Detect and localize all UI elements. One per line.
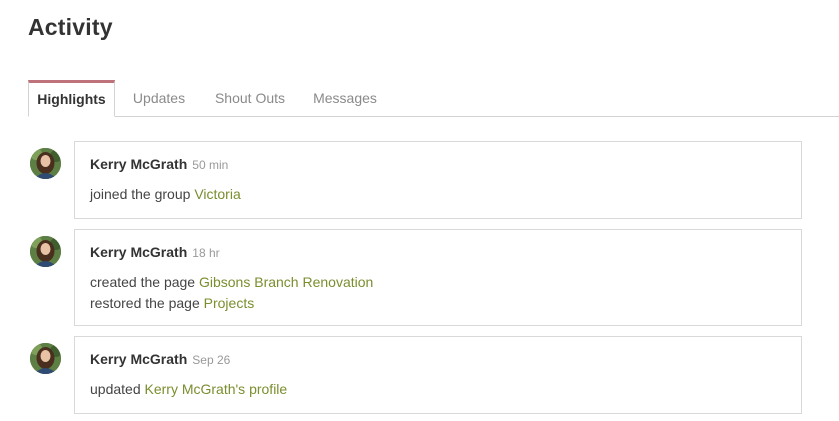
activity-text: joined the group [90, 186, 195, 202]
activity-link-profile[interactable]: Kerry McGrath's profile [145, 381, 288, 397]
activity-line: restored the page Projects [90, 293, 786, 314]
author-name[interactable]: Kerry McGrath [90, 156, 187, 172]
activity-text: updated [90, 381, 145, 397]
author-name[interactable]: Kerry McGrath [90, 244, 187, 260]
activity-header: Kerry McGrath 18 hr [90, 243, 786, 261]
tab-highlights[interactable]: Highlights [28, 80, 115, 117]
avatar-image [30, 148, 61, 179]
user-avatar[interactable] [30, 148, 61, 179]
avatar-image [30, 343, 61, 374]
tab-updates[interactable]: Updates [124, 80, 194, 116]
activity-link-group-victoria[interactable]: Victoria [194, 186, 240, 202]
user-avatar[interactable] [30, 236, 61, 267]
activity-line: created the page Gibsons Branch Renovati… [90, 272, 786, 293]
activity-line: updated Kerry McGrath's profile [90, 379, 786, 400]
author-name[interactable]: Kerry McGrath [90, 351, 187, 367]
tab-shout-outs[interactable]: Shout Outs [206, 80, 294, 116]
activity-link-page-projects[interactable]: Projects [204, 295, 255, 311]
activity-header: Kerry McGrath 50 min [90, 155, 786, 173]
tab-messages[interactable]: Messages [306, 80, 384, 116]
activity-header: Kerry McGrath Sep 26 [90, 350, 786, 368]
activity-line: joined the group Victoria [90, 184, 786, 205]
user-avatar[interactable] [30, 343, 61, 374]
activity-card: Kerry McGrath Sep 26 updated Kerry McGrat… [74, 336, 802, 414]
activity-text: created the page [90, 274, 199, 290]
activity-tabs: Highlights Updates Shout Outs Messages [28, 80, 839, 117]
activity-time: 50 min [192, 158, 229, 172]
avatar-image [30, 236, 61, 267]
activity-card: Kerry McGrath 18 hr created the page Gibs… [74, 229, 802, 326]
page-title: Activity [28, 14, 113, 40]
activity-time: Sep 26 [192, 353, 231, 367]
activity-link-page-gibsons[interactable]: Gibsons Branch Renovation [199, 274, 373, 290]
activity-text: restored the page [90, 295, 204, 311]
activity-time: 18 hr [192, 246, 220, 260]
activity-card: Kerry McGrath 50 min joined the group Vic… [74, 141, 802, 219]
